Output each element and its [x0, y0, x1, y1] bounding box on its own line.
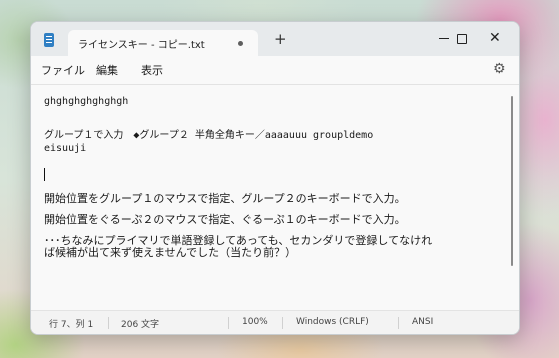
- settings-gear-icon[interactable]: ⚙: [493, 61, 506, 77]
- notepad-window: ライセンスキー - コピー.txt + ✕ ファイル 編集 表示 ⚙ ghghg…: [30, 21, 520, 335]
- menu-edit[interactable]: 編集: [96, 62, 118, 78]
- status-divider: [398, 317, 399, 329]
- editor-line: ば候補が出て来ず使えませんでした（当たり前？）: [44, 246, 297, 259]
- status-divider: [108, 317, 109, 329]
- menu-file[interactable]: ファイル: [41, 62, 85, 78]
- title-bar[interactable]: ライセンスキー - コピー.txt + ✕: [31, 22, 519, 56]
- editor-line: 開始位置をぐるーぷ２のマウスで指定、ぐるーぷ１のキーボードで入力。: [44, 213, 406, 226]
- close-button[interactable]: ✕: [473, 22, 519, 56]
- new-tab-button[interactable]: +: [274, 30, 287, 48]
- status-bar: 行 7、列 1 206 文字 100% Windows (CRLF) ANSI: [31, 310, 519, 334]
- cursor-position: 行 7、列 1: [49, 320, 94, 330]
- text-editor[interactable]: ghghghghghghgh グループ１で入力 ◆グループ２ 半角全角キー／aa…: [31, 84, 519, 311]
- unsaved-dot-icon[interactable]: [238, 41, 243, 46]
- vertical-scrollbar[interactable]: [511, 96, 513, 266]
- tab-title: ライセンスキー - コピー.txt: [78, 40, 205, 51]
- text-caret: [44, 168, 45, 181]
- editor-line: グループ１で入力 ◆グループ２ 半角全角キー／aaaauuu groupldem…: [44, 130, 374, 141]
- character-count: 206 文字: [121, 320, 160, 330]
- close-icon: ✕: [489, 30, 501, 46]
- tab-active-file[interactable]: ライセンスキー - コピー.txt: [68, 30, 258, 56]
- editor-line: 開始位置をグループ１のマウスで指定、グループ２のキーボードで入力。: [44, 192, 406, 205]
- notepad-app-icon: [44, 33, 54, 47]
- status-divider: [228, 317, 229, 329]
- line-ending[interactable]: Windows (CRLF): [296, 317, 369, 327]
- maximize-icon: [457, 34, 467, 44]
- zoom-level[interactable]: 100%: [242, 317, 268, 327]
- editor-line: eisuuji: [44, 143, 87, 154]
- encoding[interactable]: ANSI: [412, 317, 433, 327]
- editor-line: ghghghghghghgh: [44, 96, 129, 107]
- menu-bar: ファイル 編集 表示 ⚙: [31, 56, 519, 84]
- status-divider: [282, 317, 283, 329]
- menu-view[interactable]: 表示: [141, 62, 163, 78]
